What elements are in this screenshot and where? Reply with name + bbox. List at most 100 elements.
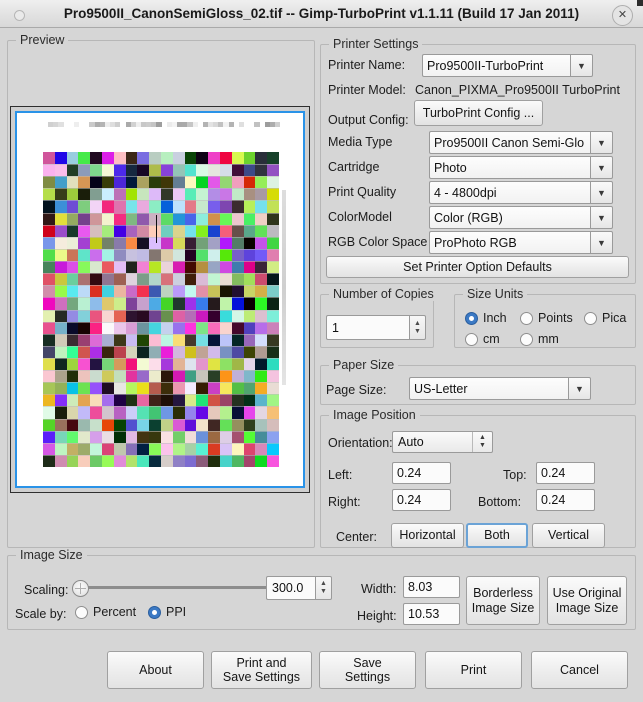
turboprint-config-button[interactable]: TurboPrint Config ... (414, 100, 543, 126)
color-patch (161, 273, 173, 286)
color-patch (66, 333, 79, 346)
height-input[interactable]: 10.53 (403, 603, 460, 625)
color-patch (113, 430, 126, 443)
center-horizontal-button[interactable]: Horizontal (391, 523, 464, 548)
copies-value[interactable]: 1 (326, 315, 409, 340)
color-patch (184, 188, 197, 201)
color-patch (43, 309, 55, 322)
size-unit-points-radio[interactable]: Points (520, 311, 573, 325)
scaling-spinner[interactable]: 300.0 ▲ ▼ (266, 576, 332, 600)
color-patch (137, 248, 150, 262)
scaling-stepper[interactable]: ▲ ▼ (315, 576, 332, 600)
patch-row-separator (43, 273, 279, 274)
cartridge-combo[interactable]: Photo ▼ (429, 156, 613, 179)
print-button[interactable]: Print (425, 651, 522, 689)
color-patch (102, 285, 114, 298)
orientation-stepper[interactable]: ▲ ▼ (472, 432, 492, 452)
color-patch (196, 430, 209, 443)
color-patch (231, 188, 244, 201)
borderless-image-size-button[interactable]: Borderless Image Size (466, 576, 540, 625)
page-size-value: US-Letter (409, 377, 568, 400)
color-patch (255, 200, 268, 213)
cancel-button[interactable]: Cancel (531, 651, 628, 689)
color-patch (66, 442, 79, 455)
right-margin-input[interactable]: 0.24 (392, 489, 451, 511)
color-patch (137, 188, 150, 201)
color-patch (220, 152, 232, 165)
save-settings-button[interactable]: Save Settings (319, 651, 416, 689)
color-patch (231, 370, 244, 383)
color-patch (54, 152, 67, 165)
scale-by-percent-radio[interactable]: Percent (75, 605, 136, 619)
orientation-spinner[interactable]: Auto ▲ ▼ (392, 431, 493, 453)
center-both-button[interactable]: Both (466, 523, 528, 548)
radio-icon (584, 311, 597, 325)
radio-icon (520, 332, 533, 346)
set-printer-option-defaults-button[interactable]: Set Printer Option Defaults (326, 256, 629, 278)
color-patch (243, 152, 256, 165)
color-patch (90, 236, 102, 249)
color-patch (196, 333, 209, 346)
media-type-combo[interactable]: Pro9500II Canon Semi-Glo ▼ (429, 131, 613, 154)
color-patch (137, 236, 150, 249)
page-size-combo[interactable]: US-Letter ▼ (409, 377, 591, 400)
color-patch (137, 297, 150, 310)
patch-row-separator (43, 285, 279, 286)
color-patch (149, 200, 161, 213)
stepper-down-icon[interactable]: ▼ (414, 328, 421, 336)
center-vertical-button[interactable]: Vertical (532, 523, 605, 548)
size-unit-pica-radio[interactable]: Pica (584, 311, 626, 325)
scale-by-label: Scale by: (15, 607, 67, 621)
color-patch (196, 188, 209, 201)
use-original-image-size-button[interactable]: Use Original Image Size (547, 576, 627, 625)
about-button[interactable]: About (107, 651, 204, 689)
left-margin-input[interactable]: 0.24 (392, 462, 451, 484)
print-quality-combo[interactable]: 4 - 4800dpi ▼ (429, 181, 613, 204)
color-patch (90, 273, 102, 286)
size-unit-inch-radio[interactable]: Inch (465, 311, 507, 325)
color-patch (231, 164, 244, 177)
scaling-slider[interactable] (72, 578, 269, 599)
width-input[interactable]: 8.03 (403, 576, 460, 598)
top-margin-input[interactable]: 0.24 (536, 462, 595, 484)
color-patch (125, 345, 138, 358)
color-patch (231, 345, 244, 358)
color-patch (149, 164, 161, 177)
color-patch (161, 212, 173, 225)
rgb-color-space-combo[interactable]: ProPhoto RGB ▼ (429, 231, 613, 254)
stepper-up-icon[interactable]: ▲ (414, 320, 421, 328)
stepper-up-icon[interactable]: ▲ (479, 434, 486, 442)
color-patch (220, 345, 232, 358)
color-patch (137, 357, 150, 371)
color-patch (208, 394, 220, 407)
stepper-up-icon[interactable]: ▲ (320, 580, 327, 588)
stepper-down-icon[interactable]: ▼ (479, 442, 486, 450)
printer-name-combo[interactable]: Pro9500II-TurboPrint ▼ (422, 54, 593, 77)
preview-canvas[interactable] (10, 106, 310, 493)
color-patch (172, 188, 185, 201)
scaling-value[interactable]: 300.0 (266, 576, 315, 600)
color-patch (267, 333, 279, 346)
rgb-color-space-label: RGB Color Space (328, 235, 428, 249)
size-unit-cm-radio[interactable]: cm (465, 332, 500, 346)
color-model-combo[interactable]: Color (RGB) ▼ (429, 206, 613, 229)
color-patch (54, 418, 67, 431)
stepper-down-icon[interactable]: ▼ (320, 588, 327, 596)
size-unit-mm-radio[interactable]: mm (520, 332, 559, 346)
color-patch (196, 248, 209, 262)
color-patch (196, 321, 209, 334)
color-patch (208, 430, 220, 443)
size-unit-points-label: Points (538, 311, 573, 325)
close-icon[interactable]: ✕ (612, 5, 633, 26)
copies-spinner[interactable]: 1 ▲ ▼ (326, 315, 426, 340)
slider-thumb[interactable] (72, 580, 89, 597)
color-patch (54, 345, 67, 358)
bottom-margin-input[interactable]: 0.24 (536, 489, 595, 511)
color-patch (90, 370, 102, 383)
color-patch (43, 188, 55, 201)
print-and-save-settings-button[interactable]: Print and Save Settings (211, 651, 312, 689)
color-patch (66, 188, 79, 201)
copies-stepper[interactable]: ▲ ▼ (409, 315, 426, 340)
color-patch (184, 382, 197, 395)
scale-by-ppi-radio[interactable]: PPI (148, 605, 186, 619)
